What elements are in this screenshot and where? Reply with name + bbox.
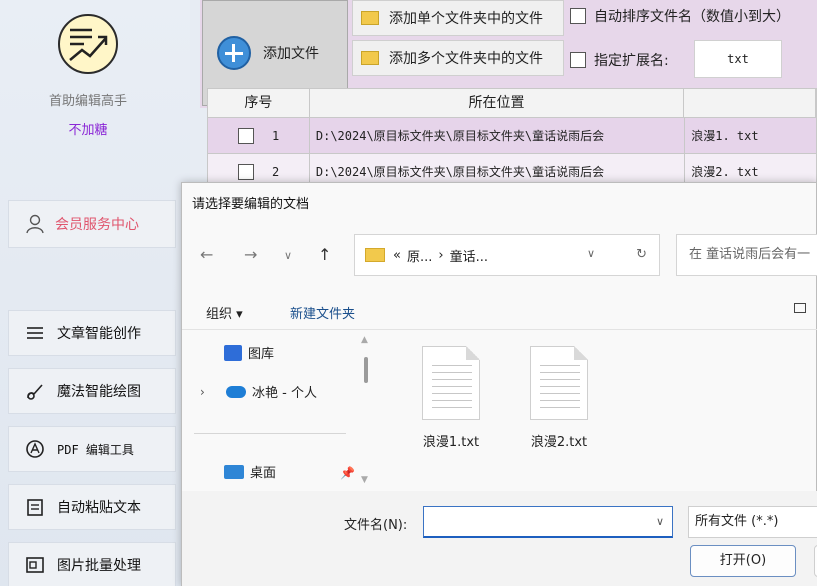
view-mode-icon[interactable] xyxy=(794,303,806,313)
text-file-icon xyxy=(530,346,588,420)
user-icon xyxy=(26,214,44,234)
file-table: 序号 所在位置 1 D:\2024\原目标文件夹\原目标文件夹\童话说雨后会 浪… xyxy=(207,88,817,190)
file-open-dialog: 请选择要编辑的文档 ← → ∨ ↑ « 原... › 童话... ∨ ↻ 在 童… xyxy=(181,182,817,586)
brush-icon xyxy=(27,384,43,400)
scroll-thumb[interactable] xyxy=(364,357,368,383)
image-icon xyxy=(26,557,44,573)
specify-ext-label: 指定扩展名: xyxy=(594,53,669,69)
app-logo-icon xyxy=(58,14,118,74)
breadcrumb-separator: › xyxy=(438,247,444,263)
nav-gallery[interactable]: 图库 xyxy=(224,343,274,362)
organize-menu[interactable]: 组织 ▾ xyxy=(206,303,243,322)
refresh-icon[interactable]: ↻ xyxy=(636,247,647,262)
plus-circle-icon xyxy=(217,36,251,70)
pin-icon: 📌 xyxy=(340,466,355,480)
add-file-label: 添加文件 xyxy=(263,46,319,62)
recent-chevron-icon[interactable]: ∨ xyxy=(284,249,292,262)
search-input[interactable]: 在 童话说雨后会有一 xyxy=(676,234,817,276)
nav-scrollbar[interactable]: ▲ ▼ xyxy=(360,335,372,485)
chevron-down-icon[interactable]: ∨ xyxy=(656,515,664,528)
pdf-icon xyxy=(26,440,44,458)
sidebar: 首助编辑高手 不加糖 会员服务中心 文章智能创作 魔法智能绘图 PDF 编辑工具 xyxy=(0,0,190,586)
menu-lines-icon xyxy=(27,327,43,339)
nav-article-writing[interactable]: 文章智能创作 xyxy=(8,310,176,356)
add-multi-folder-label: 添加多个文件夹中的文件 xyxy=(389,51,543,67)
checkbox-box[interactable] xyxy=(570,8,586,24)
row-path: D:\2024\原目标文件夹\原目标文件夹\童话说雨后会 xyxy=(310,118,686,153)
paste-icon xyxy=(27,499,43,516)
breadcrumb-prefix: « xyxy=(393,247,401,263)
nav-desktop-label: 桌面 xyxy=(250,466,277,481)
row-checkbox[interactable] xyxy=(238,163,254,180)
specify-ext-checkbox[interactable]: 指定扩展名: xyxy=(570,50,669,70)
chevron-down-icon[interactable]: ∨ xyxy=(587,247,595,260)
member-service-label: 会员服务中心 xyxy=(55,217,139,233)
table-row[interactable]: 1 D:\2024\原目标文件夹\原目标文件夹\童话说雨后会 浪漫1. txt xyxy=(207,118,817,154)
row-number: 1 xyxy=(272,128,280,143)
nav-gallery-label: 图库 xyxy=(248,347,275,362)
breadcrumb-segment[interactable]: 童话... xyxy=(450,246,488,265)
folder-icon xyxy=(361,51,379,65)
file-item[interactable]: 浪漫2.txt xyxy=(514,346,604,450)
add-multi-folder-button[interactable]: 添加多个文件夹中的文件 xyxy=(352,40,564,76)
cloud-icon xyxy=(226,385,246,398)
new-folder-button[interactable]: 新建文件夹 xyxy=(290,303,355,322)
dialog-title: 请选择要编辑的文档 xyxy=(192,197,310,212)
row-checkbox[interactable] xyxy=(238,127,254,144)
folder-icon xyxy=(361,11,379,25)
divider xyxy=(194,433,346,434)
extension-input[interactable]: txt xyxy=(694,40,782,78)
scroll-up-icon[interactable]: ▲ xyxy=(361,335,368,345)
breadcrumb-segment[interactable]: 原... xyxy=(407,246,432,265)
file-name: 浪漫2.txt xyxy=(530,435,588,450)
row-filename: 浪漫1. txt xyxy=(685,118,817,153)
nav-auto-paste[interactable]: 自动粘贴文本 xyxy=(8,484,176,530)
desktop-icon xyxy=(224,464,244,479)
nav-onedrive-label: 冰艳 - 个人 xyxy=(252,386,317,401)
text-file-icon xyxy=(422,346,480,420)
forward-arrow-icon[interactable]: → xyxy=(244,245,257,264)
app-name: 首助编辑高手 xyxy=(48,94,127,109)
filename-label: 文件名(N): xyxy=(344,518,408,533)
table-header: 序号 所在位置 xyxy=(207,88,817,118)
nav-label: 图片批量处理 xyxy=(57,558,141,574)
add-single-folder-button[interactable]: 添加单个文件夹中的文件 xyxy=(352,0,564,36)
file-name: 浪漫1.txt xyxy=(422,435,480,450)
open-button[interactable]: 打开(O) xyxy=(690,545,796,577)
auto-sort-label: 自动排序文件名（数值小到大） xyxy=(594,9,790,25)
back-arrow-icon[interactable]: ← xyxy=(200,245,213,264)
nav-desktop[interactable]: 桌面 xyxy=(224,462,276,481)
chevron-right-icon[interactable]: › xyxy=(200,385,216,399)
nav-magic-drawing[interactable]: 魔法智能绘图 xyxy=(8,368,176,414)
nav-label: 文章智能创作 xyxy=(57,326,141,342)
member-service-button[interactable]: 会员服务中心 xyxy=(8,200,176,248)
nav-label: 自动粘贴文本 xyxy=(57,500,141,516)
gallery-icon xyxy=(224,344,242,361)
nav-image-batch[interactable]: 图片批量处理 xyxy=(8,542,176,586)
checkbox-box[interactable] xyxy=(570,52,586,68)
divider xyxy=(182,329,817,330)
nav-label: PDF 编辑工具 xyxy=(57,442,134,457)
folder-icon xyxy=(365,248,385,262)
scroll-down-icon[interactable]: ▼ xyxy=(361,475,368,485)
address-bar[interactable]: « 原... › 童话... ∨ ↻ xyxy=(354,234,660,276)
header-name xyxy=(684,89,816,117)
add-single-folder-label: 添加单个文件夹中的文件 xyxy=(389,11,543,27)
header-path: 所在位置 xyxy=(310,89,685,117)
file-item[interactable]: 浪漫1.txt xyxy=(406,346,496,450)
auto-sort-checkbox[interactable]: 自动排序文件名（数值小到大） xyxy=(570,6,790,26)
file-type-select[interactable]: 所有文件 (*.*) xyxy=(688,506,817,538)
nav-onedrive[interactable]: › 冰艳 - 个人 xyxy=(200,382,317,402)
row-number: 2 xyxy=(272,164,280,179)
nav-label: 魔法智能绘图 xyxy=(57,384,141,400)
filename-input[interactable]: ∨ xyxy=(423,506,673,538)
nav-pdf-tools[interactable]: PDF 编辑工具 xyxy=(8,426,176,472)
header-no: 序号 xyxy=(208,89,310,117)
app-tag: 不加糖 xyxy=(68,123,108,138)
up-arrow-icon[interactable]: ↑ xyxy=(318,245,331,264)
